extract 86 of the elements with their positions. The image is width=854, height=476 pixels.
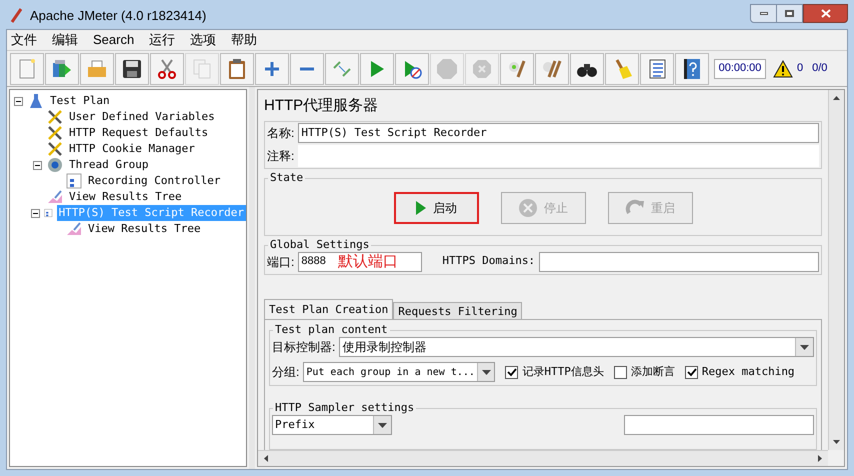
controller-icon bbox=[66, 173, 82, 189]
minimize-button[interactable] bbox=[750, 4, 777, 23]
tree-item[interactable]: HTTP Request Defaults bbox=[67, 125, 210, 141]
chart-icon bbox=[66, 221, 82, 237]
menu-item[interactable]: 编辑 bbox=[52, 30, 78, 50]
field-label: 分组: bbox=[272, 364, 300, 381]
group-legend: HTTP Sampler settings bbox=[273, 401, 416, 415]
folder-icon bbox=[86, 58, 108, 80]
checkbox-label: Regex matching bbox=[702, 364, 795, 380]
group-legend: Test plan content bbox=[273, 323, 390, 337]
checkbox-label: 记录HTTP信息头 bbox=[522, 364, 604, 380]
gear-brooms-icon bbox=[541, 58, 563, 80]
annotation-text: 默认端口 bbox=[338, 254, 398, 270]
x-octagon-icon bbox=[471, 58, 493, 80]
gear-broom-icon bbox=[506, 58, 528, 80]
tab[interactable]: Requests Filtering bbox=[393, 302, 522, 319]
name-field[interactable]: HTTP(S) Test Script Recorder bbox=[298, 123, 819, 143]
binders-icon bbox=[51, 58, 73, 80]
checkbox[interactable] bbox=[684, 366, 698, 378]
window-title: Apache JMeter (4.0 r1823414) bbox=[30, 6, 206, 25]
play-icon bbox=[415, 200, 427, 216]
restart-icon bbox=[625, 199, 645, 217]
clipboard-icon bbox=[226, 58, 248, 80]
thread-count: 0/0 bbox=[812, 61, 828, 76]
target-controller-dropdown[interactable]: 使用录制控制器 bbox=[339, 337, 814, 357]
toolbar-button[interactable] bbox=[115, 52, 149, 84]
horizontal-scrollbar[interactable] bbox=[258, 450, 828, 466]
grouping-dropdown[interactable]: Put each group in a new t... bbox=[303, 362, 496, 382]
menu-item[interactable]: 文件 bbox=[11, 30, 37, 50]
menu-item[interactable]: 帮助 bbox=[231, 30, 258, 50]
wrench-screwdriver-icon bbox=[47, 125, 63, 141]
expander-toggle[interactable] bbox=[31, 208, 40, 218]
tree-item[interactable]: HTTP Cookie Manager bbox=[67, 141, 197, 157]
maximize-button[interactable] bbox=[777, 4, 803, 23]
field-label: 目标控制器: bbox=[272, 339, 336, 356]
text-field[interactable] bbox=[624, 415, 814, 435]
tree-item[interactable]: Recording Controller bbox=[86, 173, 222, 189]
checkbox-label: 添加断言 bbox=[630, 364, 675, 380]
flask-icon bbox=[28, 93, 44, 109]
field-label: 名称: bbox=[267, 125, 294, 142]
scissors-icon bbox=[156, 58, 178, 80]
minus-icon bbox=[300, 66, 314, 70]
elapsed-time: 00:00:00 bbox=[714, 58, 766, 78]
tree-item[interactable]: User Defined Variables bbox=[67, 109, 217, 125]
tab[interactable]: Test Plan Creation bbox=[264, 299, 394, 319]
vertical-scrollbar[interactable] bbox=[828, 90, 844, 450]
right-arrow-icon bbox=[818, 455, 822, 462]
field-label: 注释: bbox=[267, 148, 294, 165]
chart-icon bbox=[47, 189, 63, 205]
field-label: 端口: bbox=[267, 254, 294, 270]
toolbar-button[interactable] bbox=[570, 52, 604, 84]
left-arrow-icon bbox=[264, 455, 268, 462]
stop-sign-icon bbox=[436, 58, 458, 80]
feather-icon bbox=[10, 8, 22, 24]
expander-toggle[interactable] bbox=[14, 96, 22, 106]
close-icon bbox=[820, 9, 830, 18]
comment-field[interactable] bbox=[298, 145, 819, 167]
https-domains-field[interactable] bbox=[539, 252, 819, 272]
wrench-screwdriver-icon bbox=[47, 141, 63, 157]
toolbar-button[interactable] bbox=[675, 52, 709, 84]
tree-item[interactable]: Thread Group bbox=[67, 157, 150, 173]
toolbar-button[interactable] bbox=[640, 52, 674, 84]
field-label: HTTPS Domains: bbox=[442, 253, 536, 270]
port-field[interactable]: 8888 默认端口 bbox=[298, 252, 422, 272]
panel-title: HTTP代理服务器 bbox=[264, 96, 380, 116]
menu-item[interactable]: 选项 bbox=[190, 30, 216, 50]
menu-item[interactable]: 运行 bbox=[149, 30, 176, 50]
menu-item[interactable]: Search bbox=[93, 30, 134, 50]
group-legend: Global Settings bbox=[268, 238, 372, 252]
warning-icon bbox=[773, 60, 793, 78]
checkbox[interactable] bbox=[614, 366, 627, 378]
down-arrow-icon bbox=[833, 440, 840, 444]
help-book-icon bbox=[681, 58, 703, 80]
up-arrow-icon bbox=[833, 96, 840, 100]
close-button[interactable] bbox=[803, 4, 848, 23]
wrench-screwdriver-icon bbox=[47, 109, 63, 125]
expander-toggle[interactable] bbox=[32, 160, 42, 170]
tree-item[interactable]: Test Plan bbox=[48, 93, 112, 109]
copy-icon bbox=[191, 58, 213, 80]
warning-count: 0 bbox=[797, 61, 804, 76]
checkbox[interactable] bbox=[505, 366, 518, 378]
tree-item[interactable]: View Results Tree bbox=[67, 189, 184, 205]
prefix-dropdown[interactable]: Prefix bbox=[272, 415, 392, 435]
state-button[interactable]: 启动 bbox=[394, 192, 478, 224]
tree-item[interactable]: View Results Tree bbox=[86, 221, 203, 237]
gear-icon bbox=[47, 157, 63, 173]
